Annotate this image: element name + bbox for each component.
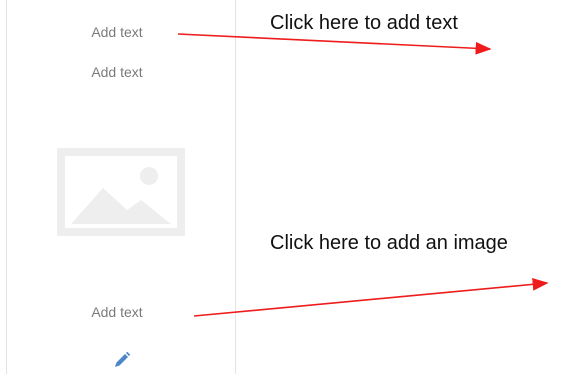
add-text-instruction: Click here to add text [270, 12, 458, 34]
image-placeholder-icon [57, 148, 185, 236]
add-text-second[interactable]: Add text [0, 64, 234, 80]
add-text-top[interactable]: Add text [0, 24, 234, 40]
arrow-to-add-image [193, 277, 549, 317]
add-image-placeholder[interactable] [57, 148, 185, 241]
edit-button[interactable] [113, 351, 131, 374]
add-text-bottom[interactable]: Add text [0, 304, 234, 320]
add-image-instruction: Click here to add an image [270, 232, 508, 254]
pencil-icon [115, 351, 131, 367]
